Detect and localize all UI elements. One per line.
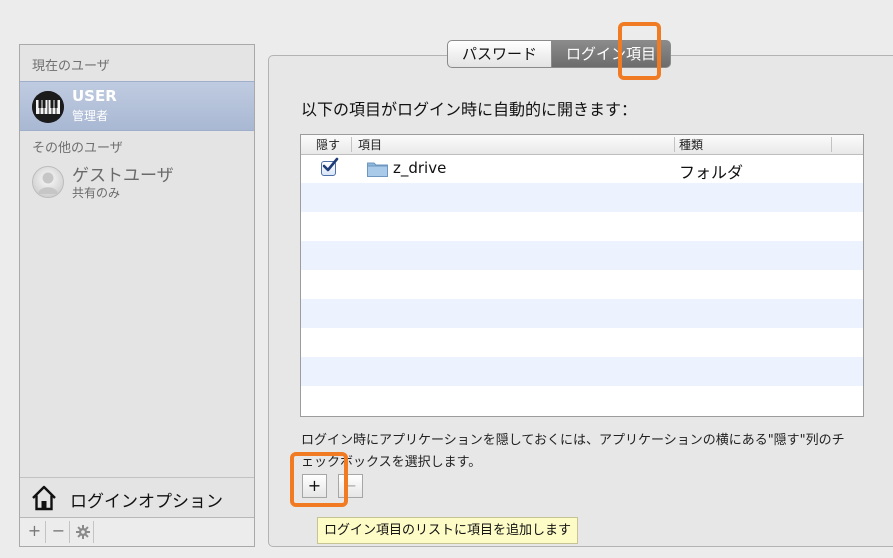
table-row-empty — [301, 328, 863, 357]
guest-role: 共有のみ — [72, 186, 121, 200]
add-user-button[interactable]: + — [24, 521, 46, 543]
login-options-item[interactable]: ログインオプション — [20, 477, 254, 517]
column-divider — [831, 137, 832, 152]
user-role: 管理者 — [72, 109, 109, 123]
other-users-header: その他のユーザ — [32, 141, 123, 156]
table-row-empty — [301, 357, 863, 386]
hide-checkbox[interactable] — [321, 157, 339, 176]
column-hide[interactable]: 隠す — [316, 136, 340, 153]
sidebar-toolbar: + − — [20, 517, 254, 546]
user-row-guest[interactable]: ゲストユーザ 共有のみ — [20, 157, 254, 207]
table-row-empty — [301, 241, 863, 270]
hint-text: ログイン時にアプリケーションを隠しておくには、アプリケーションの横にある"隠す"… — [301, 433, 845, 470]
users-sidebar: 現在のユーザ USER 管理者 その他のユーザ ゲストユーザ 共有のみ ログイン… — [19, 44, 255, 547]
column-kind[interactable]: 種類 — [679, 136, 703, 153]
table-row[interactable]: z_drive フォルダ — [301, 154, 863, 183]
user-name: USER — [72, 87, 117, 105]
table-row-empty — [301, 270, 863, 299]
column-divider — [674, 137, 675, 152]
table-row-empty — [301, 212, 863, 241]
page-title: 以下の項目がログイン時に自動的に開きます： — [301, 100, 638, 119]
table-row-empty — [301, 183, 863, 212]
login-items-table: 隠す 項目 種類 z_drive フォルダ — [300, 134, 864, 417]
guest-silhouette-icon — [32, 166, 64, 198]
table-row-empty — [301, 386, 863, 415]
user-row-current[interactable]: USER 管理者 — [20, 81, 254, 131]
remove-user-button[interactable]: − — [48, 521, 70, 543]
house-icon — [32, 485, 56, 511]
highlight-add-button — [290, 452, 348, 507]
item-name: z_drive — [393, 159, 447, 177]
login-options-label: ログインオプション — [70, 492, 223, 512]
table-header: 隠す 項目 種類 — [301, 135, 863, 155]
column-item[interactable]: 項目 — [358, 136, 382, 153]
guest-name: ゲストユーザ — [72, 166, 174, 186]
add-item-tooltip: ログイン項目のリストに項目を追加します — [317, 517, 579, 544]
tab-password[interactable]: パスワード — [447, 40, 553, 68]
item-kind: フォルダ — [679, 163, 744, 182]
folder-icon — [367, 162, 388, 177]
gear-icon[interactable] — [72, 521, 94, 543]
current-users-header: 現在のユーザ — [32, 59, 110, 74]
highlight-tab-login-items — [618, 22, 661, 80]
column-divider — [351, 137, 352, 152]
piano-keys-icon — [32, 91, 64, 123]
table-row-empty — [301, 299, 863, 328]
